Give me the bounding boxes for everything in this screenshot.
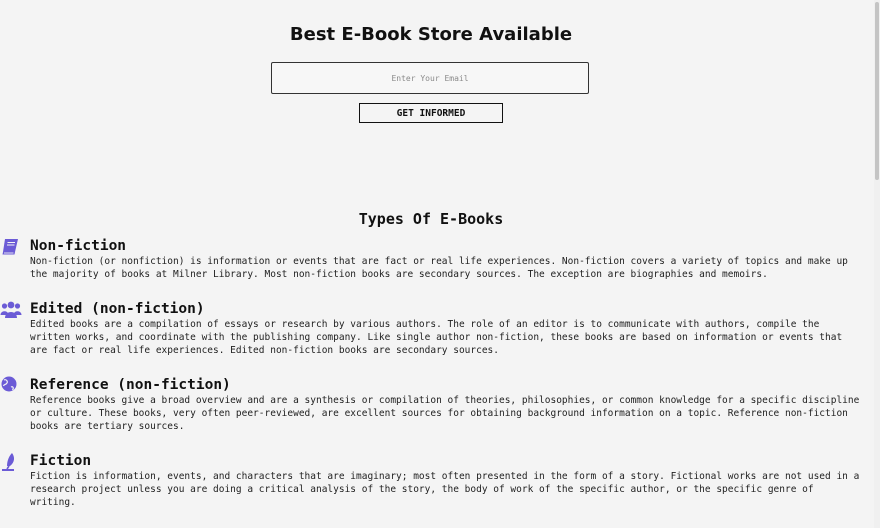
page-scrollbar[interactable] (874, 0, 880, 528)
type-description: Non-fiction (or nonfiction) is informati… (30, 256, 848, 280)
users-icon (0, 300, 22, 322)
type-description: Edited books are a compilation of essays… (30, 319, 843, 356)
type-title: Reference (non-fiction) (30, 377, 231, 393)
type-description: Fiction is information, events, and char… (30, 471, 860, 508)
type-title: Fiction (30, 453, 92, 469)
hero-title: Best E-Book Store Available (289, 24, 573, 45)
scrollbar-thumb[interactable] (875, 2, 879, 180)
email-input[interactable] (271, 62, 589, 94)
globe-icon (0, 376, 20, 398)
get-informed-button[interactable]: GET INFORMED (359, 103, 503, 123)
type-description: Reference books give a broad overview an… (30, 395, 860, 432)
types-section-title: Types Of E-Books (358, 210, 504, 228)
type-title: Non-fiction (30, 238, 127, 254)
type-title: Edited (non-fiction) (30, 301, 205, 317)
book-icon (0, 237, 20, 259)
feather-pen-icon (0, 452, 20, 474)
